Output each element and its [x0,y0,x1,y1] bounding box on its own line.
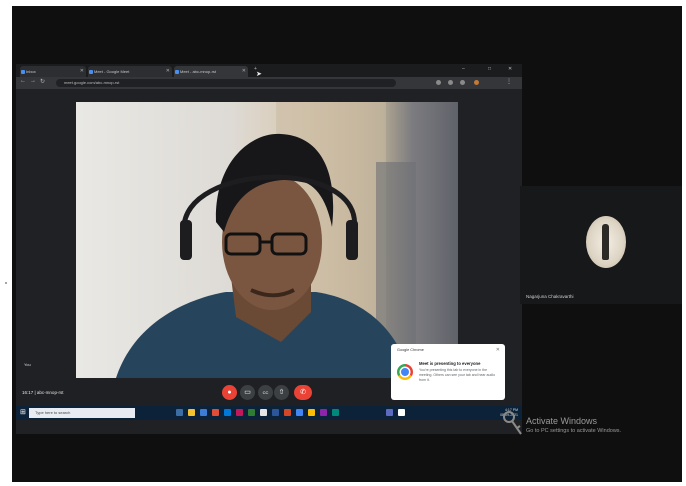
tab-label: Inbox [26,69,36,74]
meet-favicon-icon [89,70,93,74]
close-tab-icon[interactable]: ✕ [80,66,84,77]
file-explorer-icon[interactable] [188,409,195,416]
profile-avatar-icon[interactable] [474,80,479,85]
extension-icon[interactable] [448,80,453,85]
participant-video-person [116,102,416,378]
meet-favicon-icon [175,70,179,74]
extension-icon[interactable] [460,80,465,85]
notification-title: Meet is presenting to everyone [419,361,481,366]
captions-icon: CC [262,390,269,395]
notification-close-icon[interactable]: ✕ [496,347,500,353]
main-video-feed [76,102,458,378]
maximize-icon[interactable]: □ [488,66,491,72]
meeting-details: 16:17 | abc-mnop-rst [22,390,64,395]
browser-toolbar: ← → ↻ meet.google.com/abc-mnop-rst ⋮ [16,77,522,89]
close-tab-icon[interactable]: ✕ [242,66,246,77]
app-icon[interactable] [212,409,219,416]
avatar-figure [602,224,609,260]
end-call-icon: ✆ [300,389,306,396]
reload-icon[interactable]: ↻ [40,78,45,85]
chrome-logo-icon [397,364,413,380]
end-call-button[interactable]: ✆ [294,385,312,400]
minimize-icon[interactable]: – [462,66,465,72]
app-icon[interactable] [236,409,243,416]
present-icon: ⇧ [278,389,285,396]
activate-windows-watermark: Activate Windows Go to PC settings to ac… [526,416,621,434]
windows-start-icon[interactable]: ⊞ [20,409,26,417]
app-icon[interactable] [260,409,267,416]
mic-icon: ● [227,389,232,396]
camera-icon: ▭ [244,389,251,396]
notification-body: You're presenting this tab to everyone i… [419,368,496,382]
gmail-favicon-icon [21,70,25,74]
address-bar[interactable]: meet.google.com/abc-mnop-rst [56,79,396,87]
browser-tab-bar: Inbox ✕ Meet - Google Meet ✕ Meet - abc-… [16,64,522,77]
key-watermark-icon [503,411,522,435]
participant-tile[interactable]: Nagarjuna Chakravarthi [520,186,682,304]
app-icon[interactable] [320,409,327,416]
participant-name: Nagarjuna Chakravarthi [526,294,574,299]
captions-button[interactable]: CC [258,385,273,400]
participant-avatar [586,216,626,268]
mouse-cursor-icon: ➤ [256,71,262,78]
store-icon[interactable] [224,409,231,416]
watermark-subtitle: Go to PC settings to activate Windows. [526,428,622,434]
close-window-icon[interactable]: ✕ [508,66,512,72]
close-tab-icon[interactable]: ✕ [166,66,170,77]
present-button[interactable]: ⇧ [274,385,289,400]
task-view-icon[interactable] [176,409,183,416]
tab-label: Meet - abc-mnop-rst [180,69,217,74]
chrome-taskbar-icon[interactable] [296,409,303,416]
taskbar-search-input[interactable]: Type here to search [29,408,135,418]
powerpoint-icon[interactable] [284,409,291,416]
tab-label: Meet - Google Meet [94,69,130,74]
app-icon[interactable] [332,409,339,416]
mic-button[interactable]: ● [222,385,237,400]
forward-icon[interactable]: → [30,78,36,84]
notification-app-name: Google Chrome [397,348,424,352]
menu-kebab-icon[interactable]: ⋮ [506,78,512,85]
browser-tab-meet[interactable]: Meet - Google Meet ✕ [88,66,172,77]
app-icon[interactable] [386,409,393,416]
video-tile-name: You [24,362,31,367]
app-icon[interactable] [398,409,405,416]
shared-browser-window: Inbox ✕ Meet - Google Meet ✕ Meet - abc-… [16,64,522,434]
camera-button[interactable]: ▭ [240,385,255,400]
browser-tab-inbox[interactable]: Inbox ✕ [20,66,86,77]
stray-dot [5,282,7,284]
word-icon[interactable] [272,409,279,416]
extension-icon[interactable] [436,80,441,85]
browser-tab-meet-active[interactable]: Meet - abc-mnop-rst ✕ [174,66,248,77]
app-icon[interactable] [248,409,255,416]
edge-icon[interactable] [200,409,207,416]
windows-taskbar: ⊞ Type here to search 4:17 PM 08-09-2021 [16,406,522,420]
app-icon[interactable] [308,409,315,416]
chrome-notification[interactable]: Google Chrome ✕ Meet is presenting to ev… [391,344,505,400]
back-icon[interactable]: ← [20,78,26,84]
screen-frame: Inbox ✕ Meet - Google Meet ✕ Meet - abc-… [12,6,682,482]
watermark-title: Activate Windows [526,416,598,426]
